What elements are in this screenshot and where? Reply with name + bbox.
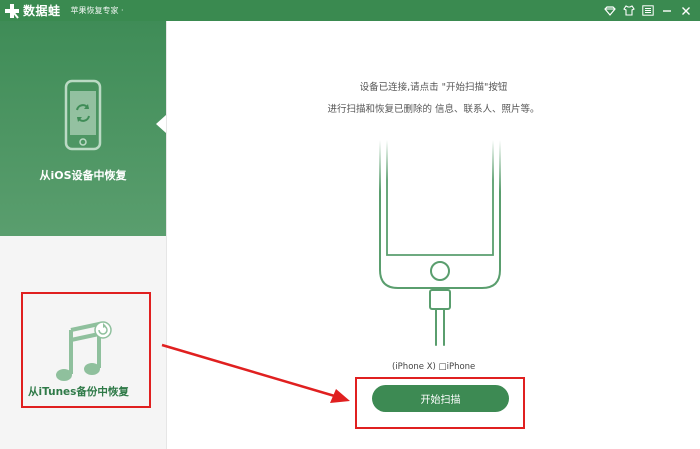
annotation-arrow <box>161 343 350 403</box>
